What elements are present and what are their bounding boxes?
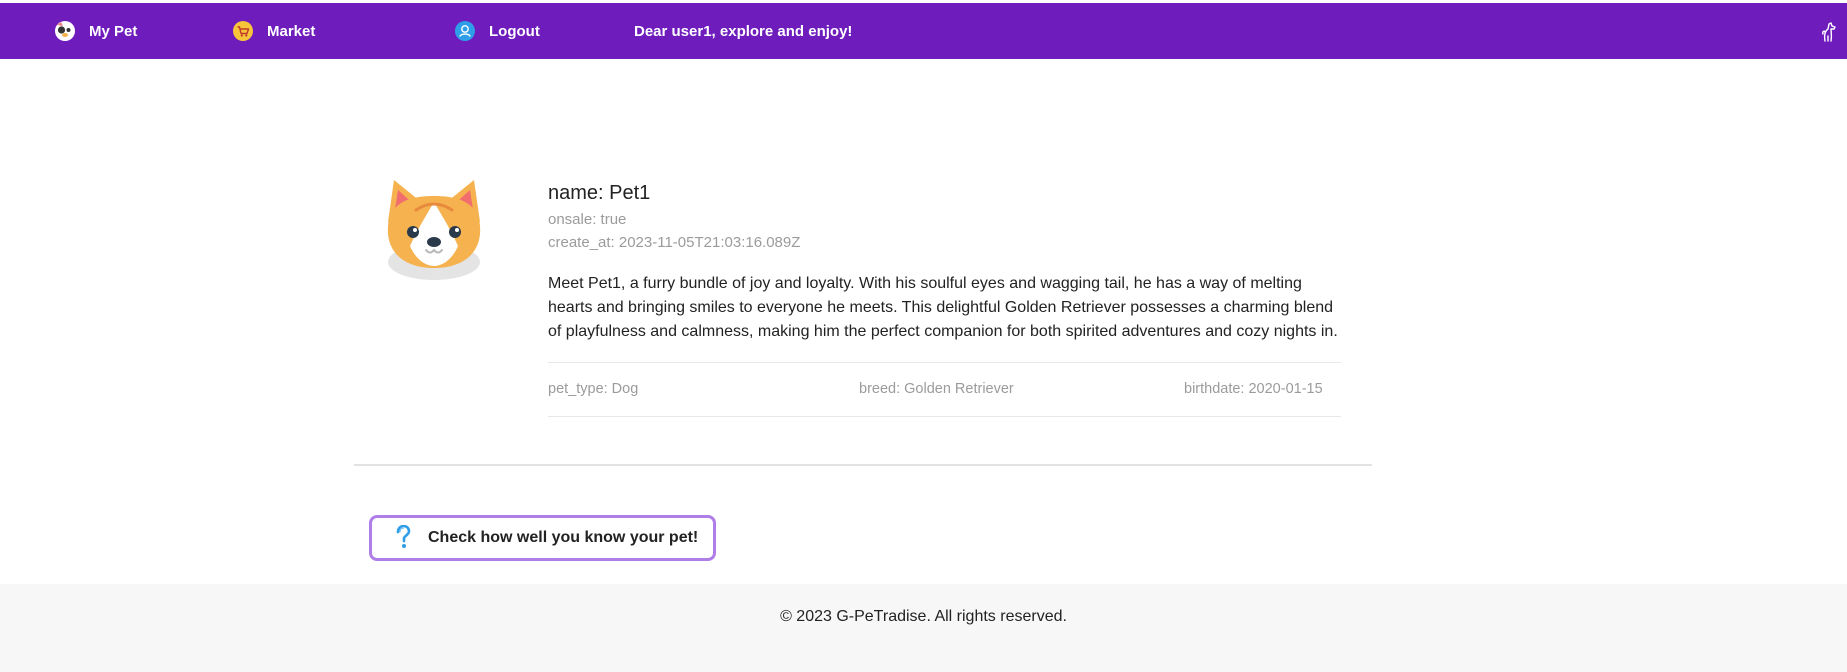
nav-logout[interactable]: Logout (455, 3, 540, 59)
welcome-message: Dear user1, explore and enjoy! (634, 22, 853, 40)
shopping-cart-icon (233, 21, 253, 41)
user-icon (455, 21, 475, 41)
corgi-avatar-icon (387, 180, 481, 280)
top-nav-bar: My Pet Market Logout Dear user1, explore… (0, 3, 1847, 59)
pet-type: pet_type: Dog (548, 381, 639, 397)
divider (548, 416, 1341, 417)
nav-market[interactable]: Market (233, 3, 315, 59)
pet-face-icon (55, 21, 75, 41)
dog-silhouette-icon[interactable] (1819, 21, 1839, 43)
divider (548, 362, 1341, 363)
pet-quiz-button-label: Check how well you know your pet! (428, 529, 699, 546)
nav-logout-label: Logout (489, 22, 540, 40)
copyright-text: © 2023 G-PeTradise. All rights reserved. (780, 608, 1067, 625)
pet-description: Meet Pet1, a furry bundle of joy and loy… (548, 275, 1338, 340)
pet-created-at: create_at: 2023-11-05T21:03:16.089Z (548, 234, 801, 251)
pet-breed: breed: Golden Retriever (859, 381, 1014, 397)
footer: © 2023 G-PeTradise. All rights reserved. (0, 584, 1847, 672)
pet-onsale-status: onsale: true (548, 211, 627, 228)
pet-quiz-button[interactable]: Check how well you know your pet! (369, 515, 716, 561)
nav-my-pet-label: My Pet (89, 22, 138, 40)
nav-market-label: Market (267, 22, 316, 40)
nav-my-pet[interactable]: My Pet (55, 3, 137, 59)
section-divider (354, 464, 1372, 466)
pet-birthdate: birthdate: 2020-01-15 (1184, 381, 1323, 397)
question-mark-icon (396, 525, 411, 548)
pet-name: name: Pet1 (548, 182, 651, 204)
